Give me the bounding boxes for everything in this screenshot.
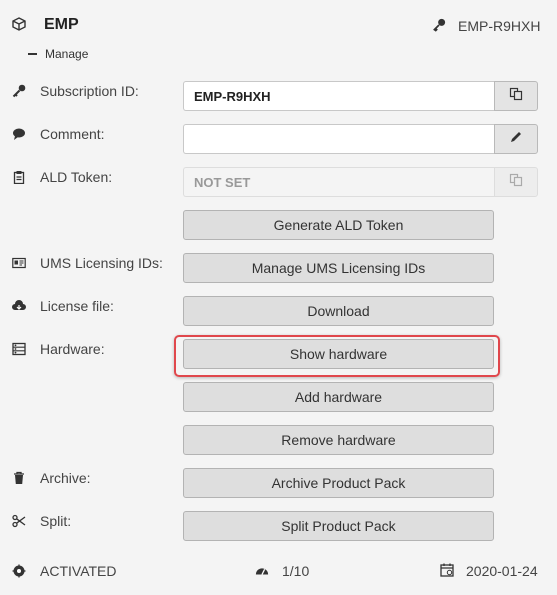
add-hardware-button[interactable]: Add hardware [183,382,494,412]
usage-count: 1/10 [282,563,310,579]
license-file-label: License file: [40,298,114,314]
manage-toggle[interactable]: Manage [45,47,88,61]
key-icon [432,18,446,32]
copy-subscription-button[interactable] [494,81,538,111]
hardware-label: Hardware: [40,341,105,357]
manage-ums-button[interactable]: Manage UMS Licensing IDs [183,253,494,283]
scissors-icon [12,514,26,528]
page-title: EMP [44,16,79,33]
box-icon [12,17,26,31]
subscription-id-field[interactable]: EMP-R9HXH [183,81,494,111]
split-label: Split: [40,513,72,529]
clipboard-icon [12,170,26,184]
archive-label: Archive: [40,470,91,486]
split-product-pack-button[interactable]: Split Product Pack [183,511,494,541]
pencil-icon [509,130,523,149]
gauge-icon [255,564,269,578]
date-text: 2020-01-24 [466,563,538,579]
copy-icon [509,87,523,106]
ums-label: UMS Licensing IDs: [40,255,163,271]
id-card-icon [12,256,26,270]
status-icon [12,564,26,578]
collapse-icon[interactable] [28,53,37,55]
remove-hardware-button[interactable]: Remove hardware [183,425,494,455]
subscription-label: Subscription ID: [40,83,139,99]
product-key: EMP-R9HXH [458,18,541,34]
status-text: ACTIVATED [40,563,117,579]
copy-icon [509,173,523,192]
highlight-box [174,335,500,377]
edit-comment-button[interactable] [494,124,538,154]
download-button[interactable]: Download [183,296,494,326]
key-icon [12,84,26,98]
server-icon [12,342,26,356]
copy-token-button [494,167,538,197]
comment-icon [12,127,26,141]
cloud-download-icon [12,299,26,313]
archive-product-pack-button[interactable]: Archive Product Pack [183,468,494,498]
trash-icon [12,471,26,485]
ald-token-field: NOT SET [183,167,494,197]
comment-field[interactable] [183,124,494,154]
ald-token-label: ALD Token: [40,169,113,185]
generate-ald-token-button[interactable]: Generate ALD Token [183,210,494,240]
calendar-icon [440,563,454,577]
comment-label: Comment: [40,126,105,142]
